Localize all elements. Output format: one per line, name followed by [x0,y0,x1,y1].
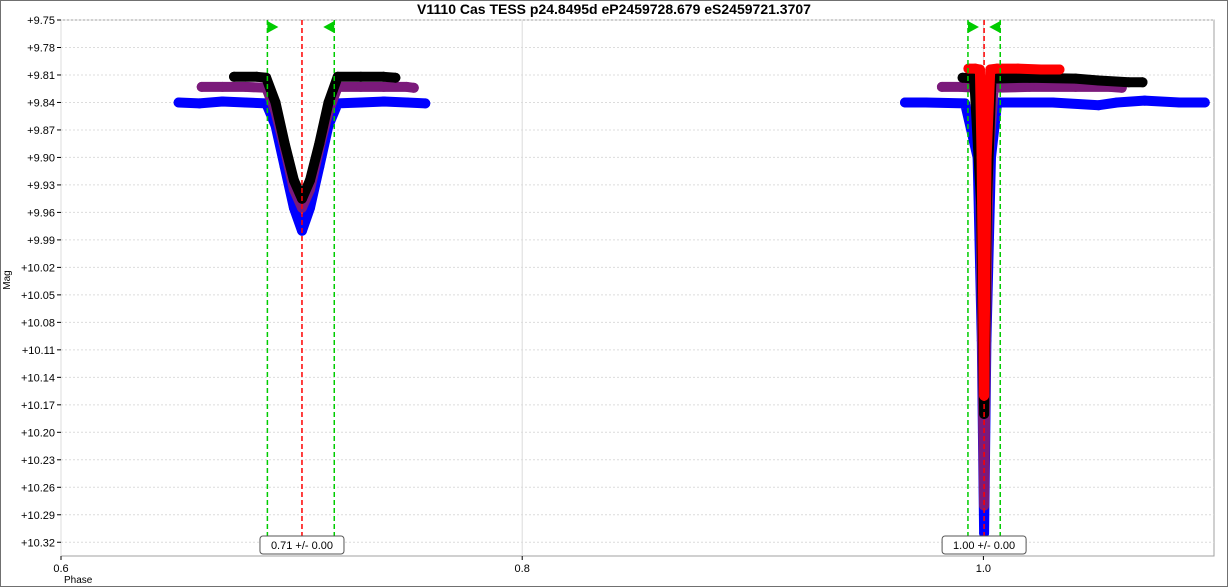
data-point [378,96,389,107]
data-point [1047,97,1058,108]
x-tick-label: 0.6 [53,563,68,575]
data-point [1174,97,1185,108]
y-tick-label: +9.87 [27,125,55,137]
data-point [1093,100,1104,111]
data-point [1013,63,1023,74]
data-point [1139,95,1150,106]
y-tick-label: +10.29 [21,510,55,522]
data-point [355,97,366,108]
data-point [355,81,366,92]
data-point [1199,97,1210,108]
data-point [261,72,272,83]
data-point [288,175,299,186]
y-tick-label: +9.81 [27,70,55,82]
y-tick-label: +9.90 [27,152,55,164]
data-point [252,71,262,82]
x-tick-label: 1.0 [976,563,991,575]
data-point [1112,97,1123,108]
data-point [378,81,389,92]
data-point [323,97,334,108]
data-point [981,152,992,163]
data-point [217,81,228,92]
data-point [1024,72,1035,83]
data-point [196,81,207,92]
y-tick-label: +9.78 [27,42,55,54]
data-point [279,138,290,149]
y-tick-label: +10.23 [21,455,55,467]
y-tick-label: +10.32 [21,537,55,549]
x-tick-label: 0.8 [515,563,530,575]
data-point [240,81,251,92]
y-tick-label: +10.17 [21,400,55,412]
chart-title: V1110 Cas TESS p24.8495d eP2459728.679 e… [417,1,811,17]
y-axis-ticks: +9.75+9.78+9.81+9.84+9.87+9.90+9.93+9.96… [21,15,61,549]
y-tick-label: +10.08 [21,317,55,329]
data-point [173,97,184,108]
data-point [305,175,315,186]
data-point [240,97,251,108]
data-point [390,72,401,83]
data-point [1137,77,1148,88]
data-point [955,81,966,92]
y-tick-label: +10.11 [22,345,55,357]
y-tick-label: +10.26 [21,482,55,494]
y-tick-label: +9.93 [27,180,55,192]
data-point [217,96,228,107]
data-point [900,97,910,108]
data-point [378,71,389,82]
y-tick-label: +9.99 [27,235,55,247]
chart-plot: +9.75+9.78+9.81+9.84+9.87+9.90+9.93+9.96… [2,15,1215,586]
y-tick-label: +9.96 [27,207,55,219]
data-point [1036,64,1046,75]
data-point [270,97,281,108]
y-tick-label: +10.05 [21,290,55,302]
data-point [1054,64,1065,75]
y-tick-label: +9.84 [27,97,55,109]
data-point [957,72,968,83]
y-axis-title: Mag [2,270,13,289]
x-axis-ticks: 0.6 0.8 1.0 [53,556,991,575]
marker-label: 1.00 +/- 0.00 [953,540,1015,552]
data-point [936,81,947,92]
y-tick-label: +10.02 [21,262,55,274]
data-point [1123,77,1134,88]
data-point [1070,73,1081,84]
marker-label: 0.71 +/- 0.00 [271,540,333,552]
data-point [920,97,931,108]
data-point [194,98,205,109]
data-point [1093,75,1104,86]
data-point [420,98,431,109]
data-point [229,71,239,82]
y-tick-label: +10.14 [21,372,55,384]
data-point [401,97,412,108]
y-tick-label: +10.20 [21,427,55,439]
x-axis-title: Phase [64,575,93,586]
data-point [408,82,419,93]
data-point [355,71,366,82]
data-point [1024,81,1035,92]
data-point [314,138,325,149]
